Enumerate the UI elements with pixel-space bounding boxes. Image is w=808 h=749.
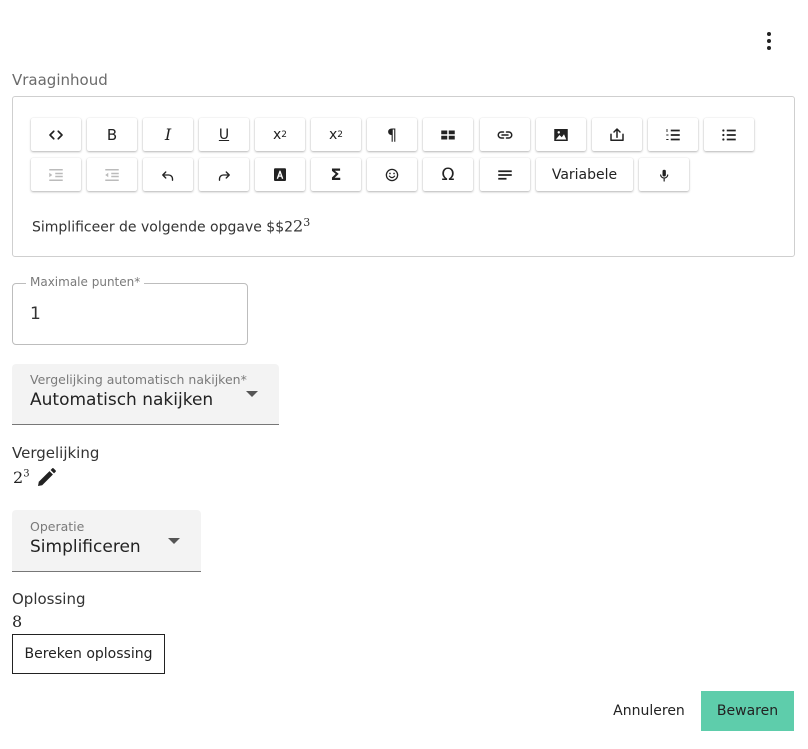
comparison-math-exponent: 3: [23, 468, 30, 480]
chevron-down-icon[interactable]: [168, 538, 180, 544]
special-char-button[interactable]: Ω: [423, 158, 473, 191]
ordered-list-icon: [666, 128, 680, 140]
subscript-button[interactable]: x2: [255, 118, 305, 151]
code-view-button[interactable]: [31, 118, 81, 151]
pencil-icon[interactable]: [34, 466, 58, 490]
emoji-icon: [385, 168, 399, 181]
underline-label: U: [218, 126, 230, 143]
outdent-icon: [105, 168, 119, 181]
code-icon: [49, 129, 63, 140]
paragraph-label: ¶: [386, 125, 398, 144]
sigma-button[interactable]: Σ: [311, 158, 361, 191]
variabele-label: Variabele: [551, 166, 618, 183]
calculate-solution-button[interactable]: Bereken oplossing: [12, 634, 165, 674]
superscript-label: x: [328, 126, 338, 143]
italic-label: I: [164, 125, 172, 144]
comparison-title: Vergelijking: [12, 444, 100, 462]
editor-content[interactable]: Simplificeer de volgende opgave $$223: [32, 216, 310, 236]
paragraph-button[interactable]: ¶: [367, 118, 417, 151]
cancel-button[interactable]: Annuleren: [604, 692, 694, 730]
image-icon: [554, 128, 568, 141]
undo-icon: [162, 170, 174, 181]
more-vertical-icon[interactable]: [756, 28, 782, 54]
max-points-label: Maximale punten*: [26, 275, 145, 289]
max-points-field[interactable]: [12, 283, 248, 345]
operation-value: Simplificeren: [30, 537, 141, 557]
editor-math-exponent: 3: [303, 216, 311, 229]
solution-value: 8: [12, 612, 23, 631]
chevron-down-icon[interactable]: [246, 391, 258, 397]
superscript-index: 2: [337, 129, 344, 140]
editor-content-text: Simplificeer de volgende opgave $$2: [32, 219, 294, 236]
editor-math-base: 2: [293, 216, 304, 236]
underline-button[interactable]: U: [199, 118, 249, 151]
image-button[interactable]: [536, 118, 586, 151]
ordered-list-button[interactable]: [648, 118, 698, 151]
italic-button[interactable]: I: [143, 118, 193, 151]
bold-label: B: [106, 125, 118, 144]
upload-button[interactable]: [592, 118, 642, 151]
align-icon: [498, 169, 512, 180]
variabele-button[interactable]: Variabele: [536, 158, 633, 191]
operation-label: Operatie: [30, 519, 85, 534]
solution-title: Oplossing: [12, 590, 86, 608]
sigma-label: Σ: [330, 165, 342, 184]
microphone-button[interactable]: [639, 158, 689, 191]
subscript-label: x: [272, 126, 282, 143]
emoji-button[interactable]: [367, 158, 417, 191]
max-points-value: 1: [30, 304, 41, 324]
table-icon: [441, 130, 455, 139]
indent-button[interactable]: [31, 158, 81, 191]
bullet-list-icon: [722, 128, 736, 141]
outdent-button[interactable]: [87, 158, 137, 191]
comparison-formula: 23: [13, 468, 30, 487]
comparison-mode-label: Vergelijking automatisch nakijken*: [30, 372, 247, 387]
bullet-list-button[interactable]: [704, 118, 754, 151]
special-char-label: Ω: [441, 164, 455, 185]
undo-button[interactable]: [143, 158, 193, 191]
subscript-index: 2: [281, 129, 288, 140]
microphone-icon: [660, 169, 669, 182]
upload-icon: [610, 127, 624, 141]
redo-icon: [218, 170, 230, 181]
text-color-button[interactable]: [255, 158, 305, 191]
redo-button[interactable]: [199, 158, 249, 191]
align-button[interactable]: [480, 158, 530, 191]
indent-icon: [49, 168, 63, 181]
save-button[interactable]: Bewaren: [701, 691, 794, 731]
link-icon: [497, 130, 513, 139]
comparison-mode-value: Automatisch nakijken: [30, 390, 214, 410]
comparison-math-base: 2: [13, 468, 24, 487]
table-button[interactable]: [423, 118, 473, 151]
link-button[interactable]: [480, 118, 530, 151]
text-color-icon: [274, 167, 286, 181]
editor-label: Vraaginhoud: [12, 71, 108, 89]
bold-button[interactable]: B: [87, 118, 137, 151]
superscript-button[interactable]: x2: [311, 118, 361, 151]
